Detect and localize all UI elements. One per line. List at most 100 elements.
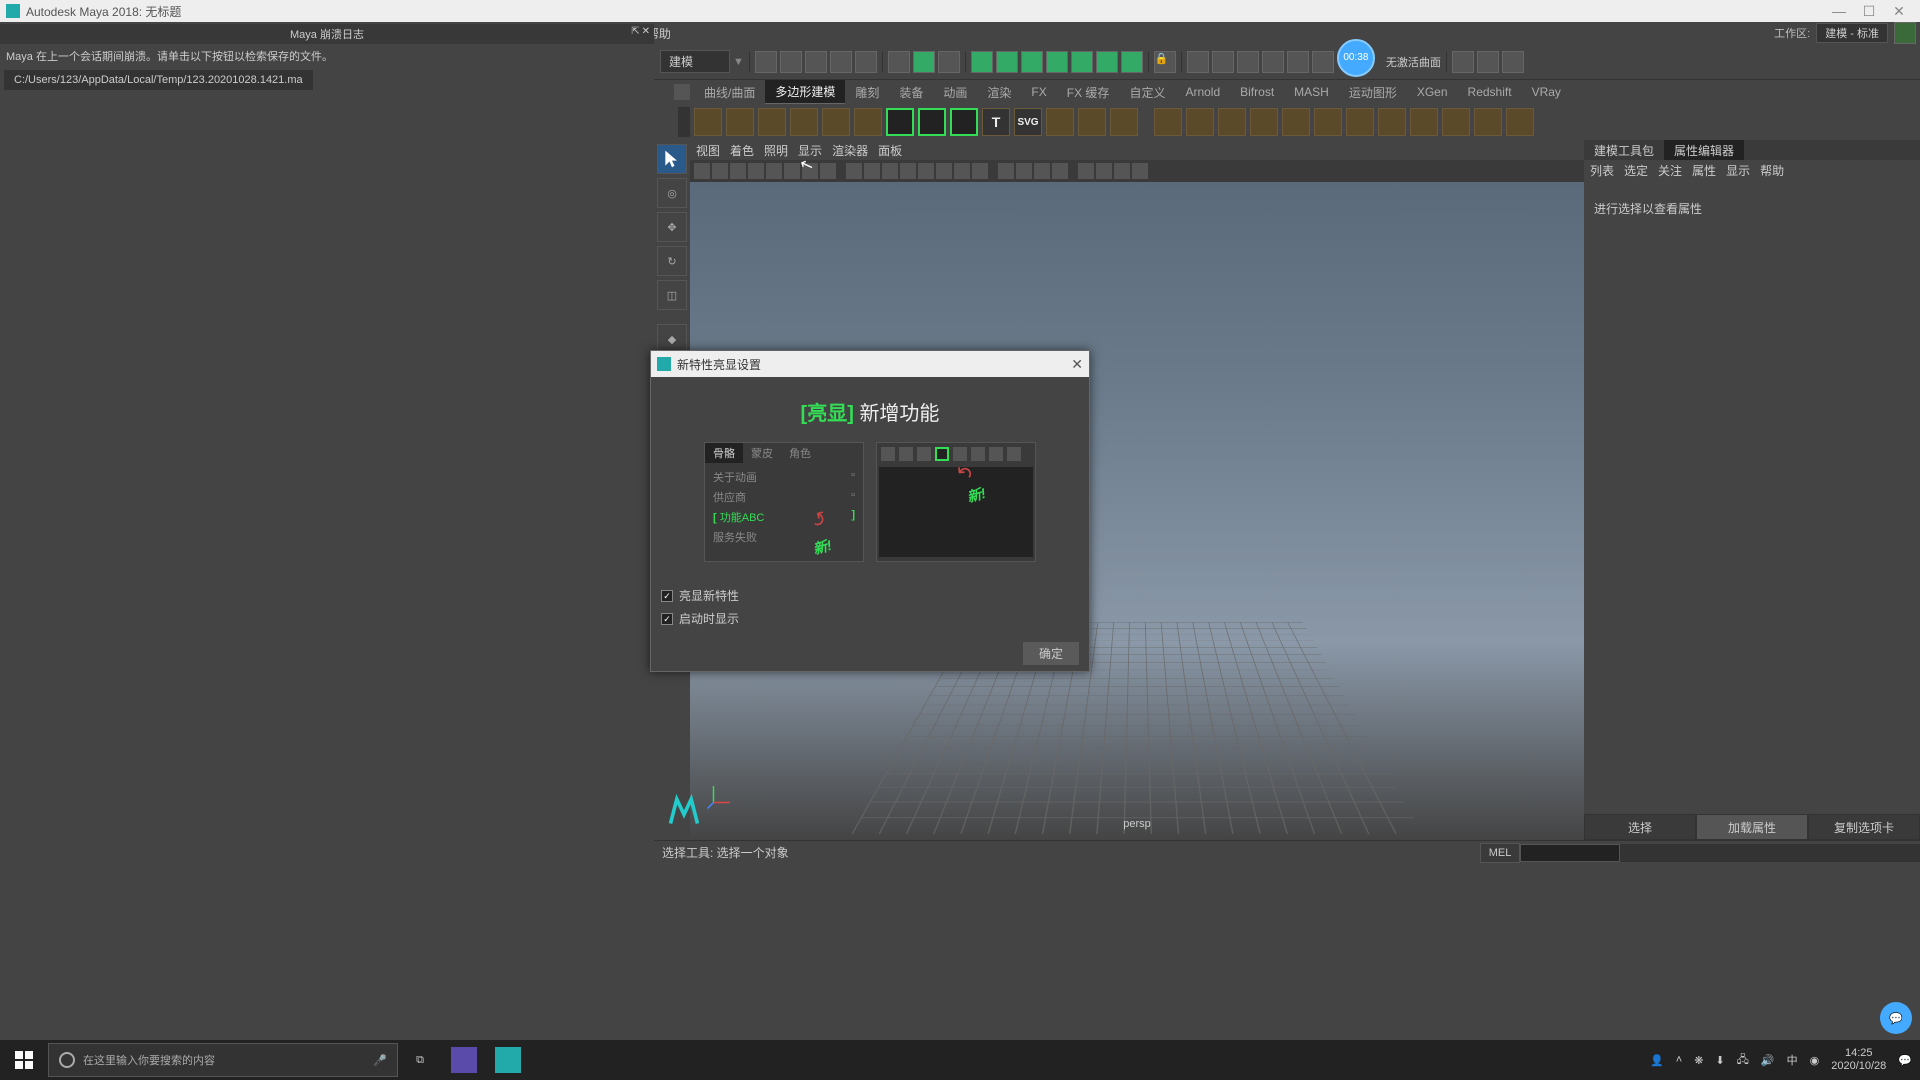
tray-people-icon[interactable]: 👤 — [1650, 1054, 1664, 1067]
ae-copy-tab-button[interactable]: 复制选项卡 — [1808, 814, 1920, 840]
vp-icon[interactable] — [1096, 163, 1112, 179]
workspace-icon[interactable] — [1894, 22, 1916, 44]
vp-icon[interactable] — [748, 163, 764, 179]
select-component-icon[interactable] — [938, 51, 960, 73]
vp-icon[interactable] — [730, 163, 746, 179]
poly-tool-icon[interactable] — [1110, 108, 1138, 136]
shelf-tab[interactable]: VRay — [1522, 82, 1571, 102]
polysuper-icon[interactable] — [950, 108, 978, 136]
shelf-tab[interactable]: 运动图形 — [1339, 81, 1407, 104]
polysphere-icon[interactable] — [694, 108, 722, 136]
vp-icon[interactable] — [936, 163, 952, 179]
command-input[interactable] — [1520, 844, 1620, 862]
hypershade-icon[interactable] — [1262, 51, 1284, 73]
vp-icon[interactable] — [1052, 163, 1068, 179]
minimize-button[interactable]: — — [1824, 3, 1854, 19]
show-on-startup-checkbox[interactable]: ✓启动时显示 — [661, 607, 1079, 630]
vp-menu[interactable]: 照明 — [764, 142, 788, 159]
tray-chevron-icon[interactable]: ˄ — [1676, 1054, 1682, 1066]
poly-merge-icon[interactable] — [1474, 108, 1502, 136]
polytorus-icon[interactable] — [822, 108, 850, 136]
polysvg-icon[interactable]: SVG — [1014, 108, 1042, 136]
ae-select-button[interactable]: 选择 — [1584, 814, 1696, 840]
tray-ime-icon[interactable]: 中 — [1787, 1052, 1798, 1068]
quick-help-icon[interactable] — [1477, 51, 1499, 73]
polyplane-icon[interactable] — [854, 108, 882, 136]
vp-icon[interactable] — [766, 163, 782, 179]
vp-icon[interactable] — [820, 163, 836, 179]
shelf-tab[interactable]: 动画 — [933, 81, 977, 104]
rotate-tool[interactable]: ↻ — [657, 246, 687, 276]
vp-menu[interactable]: 面板 — [878, 142, 902, 159]
render-current-icon[interactable] — [1187, 51, 1209, 73]
ok-button[interactable]: 确定 — [1023, 642, 1079, 665]
vp-menu[interactable]: 显示 — [798, 142, 822, 159]
polyplatonic-icon[interactable] — [918, 108, 946, 136]
vp-icon[interactable] — [998, 163, 1014, 179]
panel-close-icon[interactable]: ✕ — [642, 26, 650, 37]
shelf-tab[interactable]: 渲染 — [977, 81, 1021, 104]
ae-menu[interactable]: 关注 — [1658, 162, 1682, 179]
vp-menu[interactable]: 视图 — [696, 142, 720, 159]
snap-grid-icon[interactable] — [971, 51, 993, 73]
ae-menu[interactable]: 列表 — [1590, 162, 1614, 179]
task-view-button[interactable]: ⧉ — [398, 1040, 442, 1080]
shelf-tab[interactable]: 自定义 — [1119, 81, 1175, 104]
poly-bevel-icon[interactable] — [1442, 108, 1470, 136]
snap-projected-icon[interactable] — [1046, 51, 1068, 73]
dialog-titlebar[interactable]: 新特性亮显设置 ✕ — [651, 351, 1089, 377]
workspace-dropdown[interactable]: 建模 - 标准 — [1816, 23, 1888, 43]
render-setup-icon[interactable] — [1287, 51, 1309, 73]
poly-hard-icon[interactable] — [1346, 108, 1374, 136]
taskbar-app-maya[interactable] — [486, 1040, 530, 1080]
snap-live-icon[interactable] — [1096, 51, 1118, 73]
select-object-icon[interactable] — [913, 51, 935, 73]
scale-tool[interactable]: ◫ — [657, 280, 687, 310]
taskbar-search[interactable]: 在这里输入你要搜索的内容 🎤 — [48, 1043, 398, 1077]
poly-tool-icon[interactable] — [1046, 108, 1074, 136]
shelf-tab[interactable]: 雕刻 — [845, 81, 889, 104]
poly-combine-icon[interactable] — [1154, 108, 1182, 136]
account-icon[interactable] — [1502, 51, 1524, 73]
poly-tool-icon[interactable] — [1078, 108, 1106, 136]
light-editor-icon[interactable] — [1312, 51, 1334, 73]
vp-icon[interactable] — [1132, 163, 1148, 179]
ae-load-attr-button[interactable]: 加载属性 — [1696, 814, 1808, 840]
vp-icon[interactable] — [712, 163, 728, 179]
maximize-button[interactable]: ☐ — [1854, 3, 1884, 20]
vp-icon[interactable] — [972, 163, 988, 179]
vp-icon[interactable] — [918, 163, 934, 179]
vp-icon[interactable] — [1016, 163, 1032, 179]
menu-set-dropdown[interactable]: 建模 — [660, 50, 730, 73]
ae-menu[interactable]: 帮助 — [1760, 162, 1784, 179]
shelf-tab[interactable]: Arnold — [1175, 82, 1230, 102]
shelf-tab[interactable]: FX 缓存 — [1057, 81, 1120, 104]
panel-undock-icon[interactable]: ⇱ — [631, 26, 639, 37]
poly-smooth-icon[interactable] — [1218, 108, 1246, 136]
shelf-tab[interactable]: Bifrost — [1230, 82, 1284, 102]
save-scene-icon[interactable] — [805, 51, 827, 73]
ae-menu[interactable]: 属性 — [1692, 162, 1716, 179]
ipr-render-icon[interactable] — [1212, 51, 1234, 73]
poly-separate-icon[interactable] — [1186, 108, 1214, 136]
vp-icon[interactable] — [1034, 163, 1050, 179]
polycone-icon[interactable] — [790, 108, 818, 136]
open-scene-icon[interactable] — [780, 51, 802, 73]
render-settings-icon[interactable] — [1237, 51, 1259, 73]
snap-curve-icon[interactable] — [996, 51, 1018, 73]
dialog-close-button[interactable]: ✕ — [1071, 356, 1083, 373]
close-button[interactable]: ✕ — [1884, 3, 1914, 20]
action-center-icon[interactable]: 💬 — [1898, 1054, 1912, 1067]
mic-icon[interactable]: 🎤 — [373, 1054, 387, 1067]
move-tool[interactable]: ✥ — [657, 212, 687, 242]
undo-icon[interactable] — [830, 51, 852, 73]
vp-menu[interactable]: 渲染器 — [832, 142, 868, 159]
vp-icon[interactable] — [694, 163, 710, 179]
taskbar-clock[interactable]: 14:25 2020/10/28 — [1831, 1047, 1886, 1073]
lasso-tool[interactable]: ◎ — [657, 178, 687, 208]
snap-interactive-icon[interactable] — [1121, 51, 1143, 73]
tray-volume-icon[interactable]: 🔊 — [1761, 1054, 1775, 1067]
redo-icon[interactable] — [855, 51, 877, 73]
polycube-icon[interactable] — [726, 108, 754, 136]
vp-icon[interactable] — [954, 163, 970, 179]
